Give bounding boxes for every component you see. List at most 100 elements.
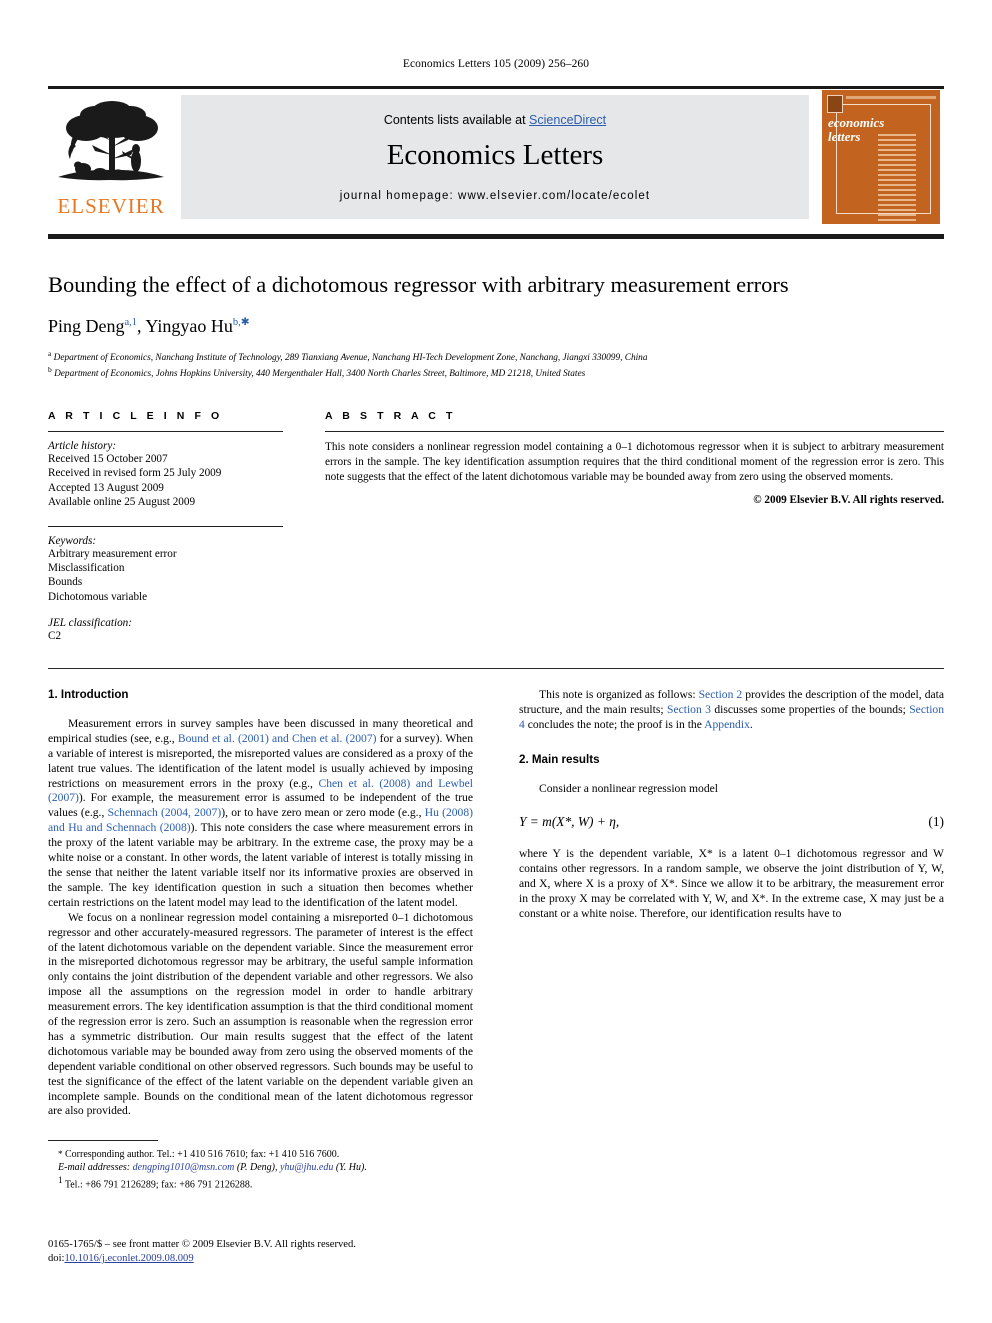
abstract-heading: A B S T R A C T <box>325 410 456 422</box>
journal-masthead: ELSEVIER Contents lists available at Sci… <box>48 86 944 224</box>
keywords-jel-gap <box>48 604 283 617</box>
footnote-corresponding-author: * Corresponding author. Tel.: +1 410 516… <box>48 1148 473 1161</box>
article-page: Economics Letters 105 (2009) 256–260 ELS… <box>0 0 992 1323</box>
abstract-column: A B S T R A C T This note considers a no… <box>325 410 944 506</box>
organization-text-a: This note is organized as follows: <box>539 688 699 701</box>
doi-line: doi:10.1016/j.econlet.2009.08.009 <box>48 1252 473 1266</box>
abstract-text: This note considers a nonlinear regressi… <box>325 441 944 484</box>
footnote-telephone: 1 Tel.: +86 791 2126289; fax: +86 791 21… <box>48 1174 473 1192</box>
elsevier-tree-icon <box>58 101 164 181</box>
keyword-item: Dichotomous variable <box>48 590 148 603</box>
affiliation-item: a Department of Economics, Nanchang Inst… <box>48 348 944 364</box>
affiliation-text: Department of Economics, Nanchang Instit… <box>53 353 648 364</box>
title-block: Bounding the effect of a dichotomous reg… <box>48 272 944 380</box>
cover-title-line2: letters <box>828 129 861 144</box>
cover-stamp-icon <box>827 95 843 113</box>
abstract-rule <box>325 431 944 432</box>
organization-text-e: . <box>749 717 753 731</box>
article-history-label: Article history: <box>48 440 117 452</box>
author-1-affiliation-marks[interactable]: a,1 <box>125 317 138 328</box>
email-addresses-label: E-mail addresses: <box>58 1162 131 1174</box>
email-link-deng[interactable]: dengping1010@msn.com <box>133 1162 235 1173</box>
article-history-item: Available online 25 August 2009 <box>48 496 196 509</box>
cover-top-band <box>846 96 936 99</box>
page-title: Bounding the effect of a dichotomous reg… <box>48 272 789 297</box>
contents-prefix: Contents lists available at <box>383 113 530 127</box>
citation-link[interactable]: Bound et al. (2001) and Chen et al. (200… <box>178 732 377 745</box>
contents-available-line: Contents lists available at ScienceDirec… <box>181 113 809 127</box>
section-heading-main-results: 2. Main results <box>519 752 600 766</box>
jel-classification-codes: C2 <box>48 630 62 643</box>
affiliation-marker: a <box>48 349 52 358</box>
footnote-marker-1: 1 <box>58 1175 63 1186</box>
organization-text-c: discusses some properties of the bounds; <box>710 702 910 716</box>
doi-label: doi: <box>48 1253 65 1264</box>
jel-classification-label: JEL classification: <box>48 617 133 630</box>
footnote-rule <box>48 1140 158 1141</box>
author-2-affiliation-marks[interactable]: b, <box>233 317 241 328</box>
paragraph-consider-model: Consider a nonlinear regression model <box>539 781 719 795</box>
body-column-right: This note is organized as follows: Secti… <box>519 688 944 922</box>
footnote-corresponding-text: Corresponding author. Tel.: +1 410 516 7… <box>65 1149 340 1160</box>
keywords-label: Keywords: <box>48 534 97 547</box>
author-list: Ping Denga,1, Yingyao Hub,✱ <box>48 316 944 337</box>
doi-link[interactable]: 10.1016/j.econlet.2009.08.009 <box>64 1253 193 1264</box>
paragraph-intro-1: Measurement errors in survey samples hav… <box>48 717 473 911</box>
appendix-link[interactable]: Appendix <box>704 718 750 731</box>
article-info-column: A R T I C L E I N F O Article history: R… <box>48 410 283 644</box>
issn-front-matter: 0165-1765/$ – see front matter © 2009 El… <box>48 1239 356 1250</box>
keyword-item: Misclassification <box>48 562 125 575</box>
elsevier-wordmark: ELSEVIER <box>57 194 165 218</box>
corresponding-author-icon[interactable]: ✱ <box>241 317 250 328</box>
elsevier-logo: ELSEVIER <box>52 95 170 219</box>
footnote-marker-star: * <box>58 1149 63 1159</box>
section-heading-introduction: 1. Introduction <box>48 688 129 701</box>
affiliation-list: a Department of Economics, Nanchang Inst… <box>48 348 944 380</box>
paragraph-intro-2: We focus on a nonlinear regression model… <box>48 910 473 1118</box>
author-name-1: Ping Deng <box>48 316 125 336</box>
email-owner-1: (P. Deng), <box>234 1162 280 1174</box>
affiliation-item: b Department of Economics, Johns Hopkins… <box>48 364 944 380</box>
intro-text-d: ), or to have zero mean or zero mode (e.… <box>221 806 425 820</box>
affiliation-marker: b <box>48 365 52 375</box>
cover-toc-lines <box>878 134 916 224</box>
email-link-hu[interactable]: yhu@jhu.edu <box>280 1162 333 1173</box>
cover-title-line1: economics <box>828 115 885 130</box>
imprint-block: 0165-1765/$ – see front matter © 2009 El… <box>48 1238 473 1266</box>
masthead-bottom-rule <box>48 234 944 239</box>
article-info-heading: A R T I C L E I N F O <box>48 410 223 422</box>
equation-1-number: (1) <box>928 813 944 829</box>
citation-link[interactable]: Schennach (2004, 2007) <box>108 806 222 819</box>
equation-1: Y = m(X*, W) + η, (1) <box>519 813 944 830</box>
masthead-top-rule <box>48 86 944 89</box>
article-history-item: Received in revised form 25 July 2009 <box>48 467 222 480</box>
journal-title: Economics Letters <box>386 139 604 171</box>
journal-homepage[interactable]: journal homepage: www.elsevier.com/locat… <box>181 190 809 202</box>
journal-band: Contents lists available at ScienceDirec… <box>181 95 809 219</box>
paragraph-model-description: where Y is the dependent variable, X* is… <box>519 847 944 921</box>
keyword-item: Bounds <box>48 576 83 589</box>
keywords-rule <box>48 525 283 527</box>
paragraph-intro-3: This note is organized as follows: Secti… <box>519 688 944 733</box>
section-link-2[interactable]: Section 2 <box>699 688 743 701</box>
running-head: Economics Letters 105 (2009) 256–260 <box>402 58 590 70</box>
footnote-block: * Corresponding author. Tel.: +1 410 516… <box>48 1140 473 1192</box>
author-name-2: Yingyao Hu <box>145 316 233 336</box>
journal-cover-thumbnail[interactable]: economics letters <box>822 90 940 224</box>
equation-1-body: Y = m(X*, W) + η, <box>519 813 620 829</box>
affiliation-text: Department of Economics, Johns Hopkins U… <box>54 369 586 380</box>
abstract-bottom-rule <box>325 668 944 669</box>
email-owner-2: (Y. Hu). <box>333 1162 367 1174</box>
organization-text-d: concludes the note; the proof is in the <box>524 717 705 731</box>
cover-title: economics letters <box>828 116 884 144</box>
body-column-left: 1. Introduction Measurement errors in su… <box>48 688 473 1119</box>
article-history-item: Received 15 October 2007 <box>48 453 168 465</box>
footnote-emails: E-mail addresses: dengping1010@msn.com (… <box>48 1161 473 1174</box>
copyright-notice: © 2009 Elsevier B.V. All rights reserved… <box>753 493 944 506</box>
section-link-3[interactable]: Section 3 <box>667 703 711 716</box>
article-info-rule <box>48 431 283 432</box>
sciencedirect-link[interactable]: ScienceDirect <box>529 113 606 127</box>
article-history-item: Accepted 13 August 2009 <box>48 481 164 494</box>
keyword-item: Arbitrary measurement error <box>48 547 177 560</box>
footnote-telephone-text: Tel.: +86 791 2126289; fax: +86 791 2126… <box>64 1179 253 1191</box>
